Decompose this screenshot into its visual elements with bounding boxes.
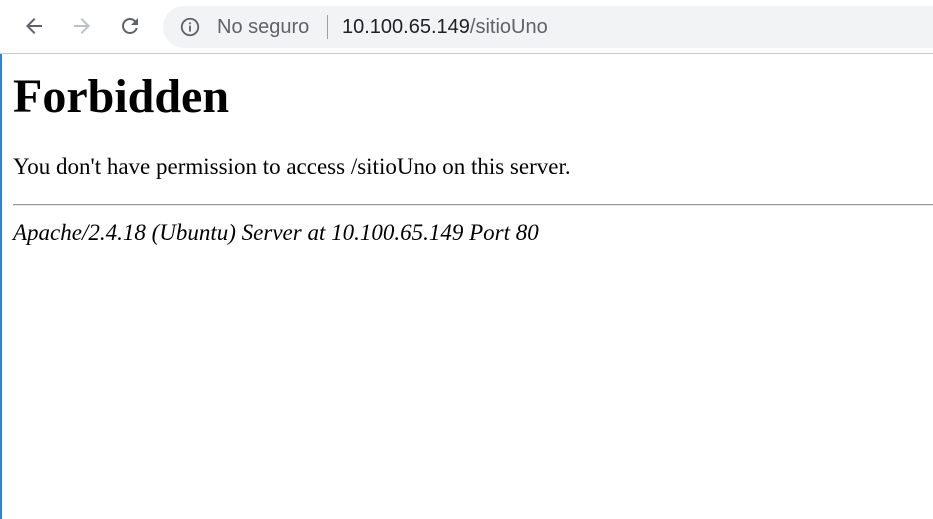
horizontal-rule [13,204,933,206]
page-title: Forbidden [13,70,230,123]
browser-toolbar: No seguro 10.100.65.149/sitioUno [0,0,933,54]
forward-button[interactable] [67,11,97,41]
reload-icon [122,18,138,34]
url-host: 10.100.65.149 [342,16,470,38]
server-signature: Apache/2.4.18 (Ubuntu) Server at 10.100.… [13,220,539,245]
address-bar[interactable]: No seguro 10.100.65.149/sitioUno [163,6,933,48]
arrow-left-icon [26,18,42,34]
reload-button[interactable] [115,11,145,41]
window-left-border [0,0,2,519]
security-status-label[interactable]: No seguro [217,16,309,38]
url-text[interactable]: 10.100.65.149/sitioUno [342,16,548,38]
address-bar-divider [327,15,328,39]
error-message: You don't have permission to access /sit… [13,154,571,179]
url-path: /sitioUno [469,16,548,38]
back-button[interactable] [19,11,49,41]
arrow-right-icon [74,18,90,34]
info-circle-icon[interactable] [179,16,201,38]
